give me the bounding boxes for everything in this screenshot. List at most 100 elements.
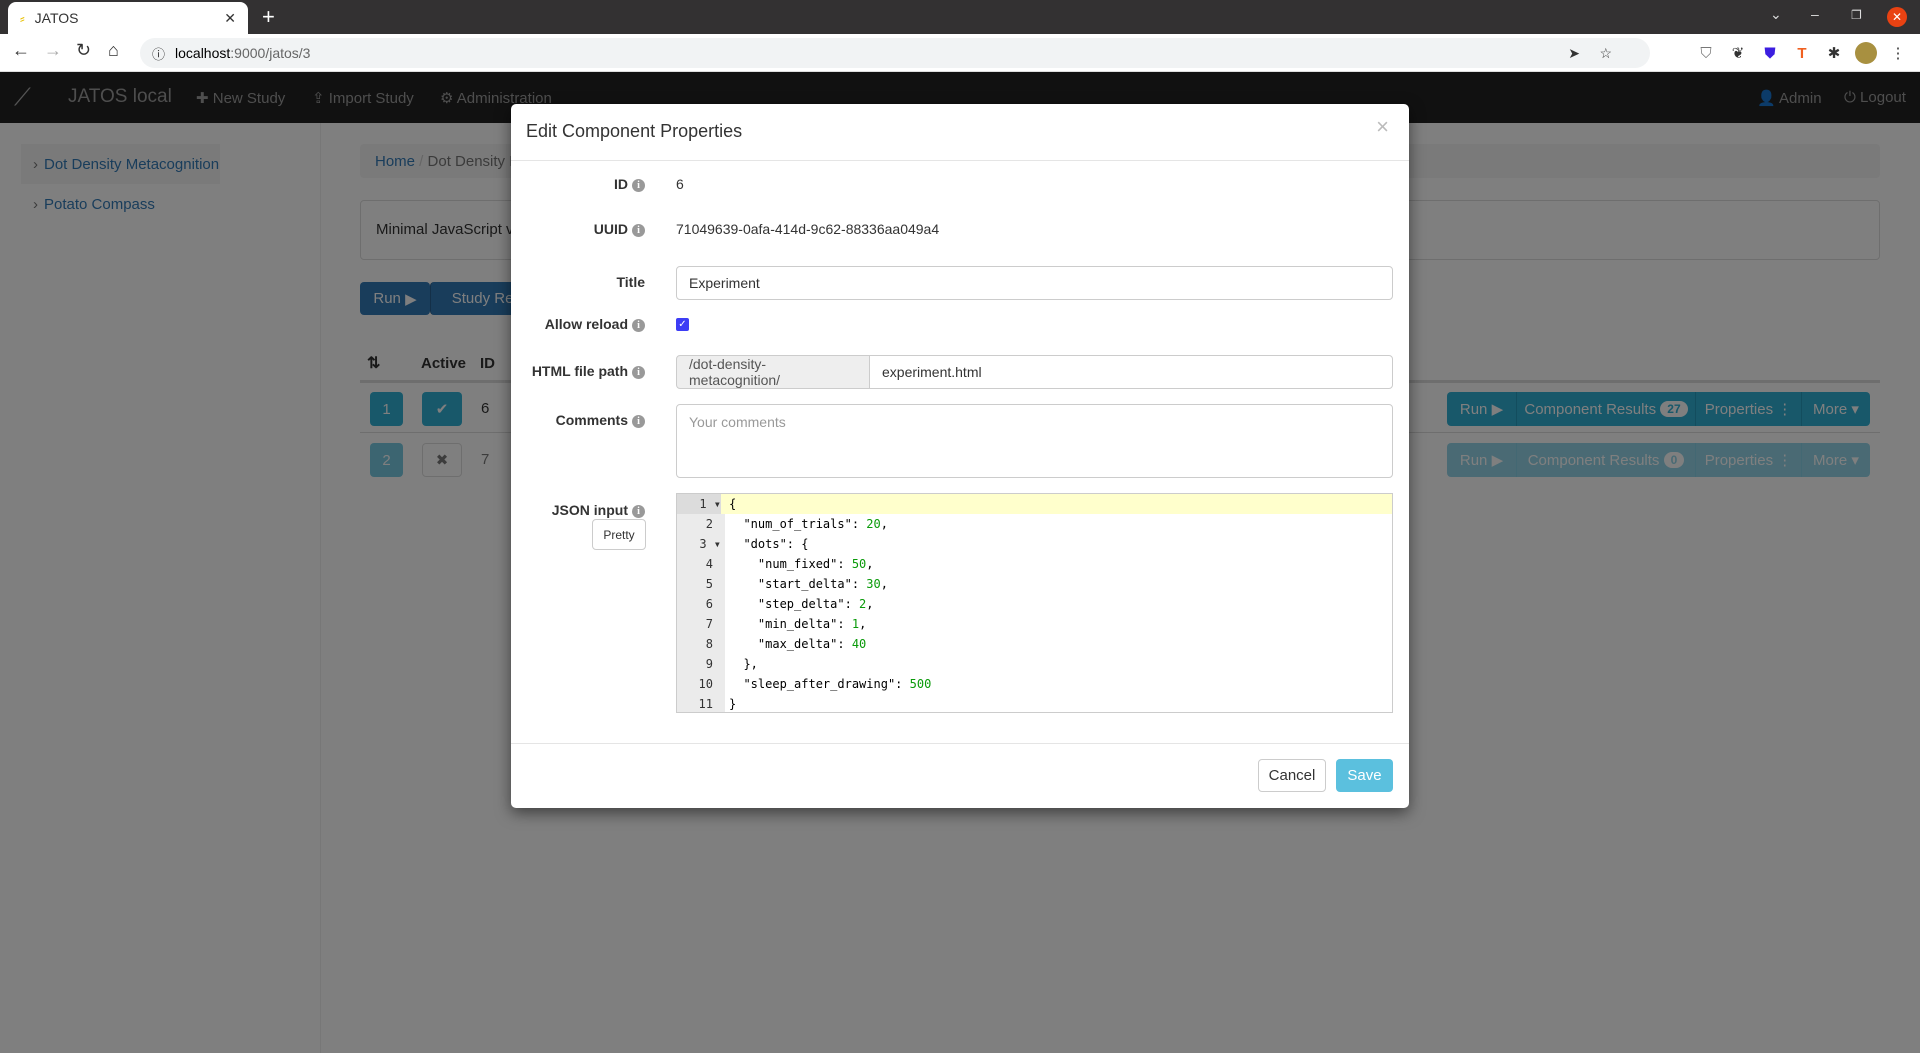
html-path-row: HTML file path i /dot-density-metacogniti… bbox=[511, 355, 1409, 389]
code-line: 2 "num_of_trials": 20, bbox=[677, 514, 1392, 534]
comments-placeholder: Your comments bbox=[689, 414, 786, 430]
code-line: 1 ▾ { bbox=[677, 494, 1392, 514]
code-text: "start_delta": 30, bbox=[729, 574, 888, 594]
chrome-menu-icon[interactable]: ⋮ bbox=[1887, 42, 1909, 64]
extensions-puzzle-icon[interactable]: ✱ bbox=[1823, 42, 1845, 64]
gnome-extension-icon[interactable]: ❦ bbox=[1727, 42, 1749, 64]
line-number: 11 bbox=[698, 697, 713, 711]
tab-title: JATOS bbox=[34, 10, 79, 26]
code-text: { bbox=[729, 494, 736, 514]
pretty-button[interactable]: Pretty bbox=[592, 519, 646, 550]
code-line: 9 }, bbox=[677, 654, 1392, 674]
title-input[interactable]: Experiment bbox=[676, 266, 1393, 300]
reload-icon[interactable]: ↻ bbox=[76, 40, 91, 61]
save-label: Save bbox=[1347, 767, 1382, 784]
line-number: 8 bbox=[705, 637, 713, 651]
json-token: "start_delta": bbox=[729, 577, 867, 591]
url-path: :9000/jatos/3 bbox=[230, 45, 311, 61]
close-tab-icon[interactable]: ✕ bbox=[224, 10, 236, 27]
html-path-prefix: /dot-density-metacognition/ bbox=[676, 355, 870, 389]
code-text: }, bbox=[729, 654, 758, 674]
comments-label: Comments bbox=[555, 412, 628, 428]
close-modal-button[interactable]: × bbox=[1376, 114, 1389, 140]
code-text: "sleep_after_drawing": 500 bbox=[729, 674, 931, 694]
back-icon[interactable]: ← bbox=[12, 40, 30, 61]
code-text: "min_delta": 1, bbox=[729, 614, 866, 634]
json-number: 30 bbox=[866, 577, 881, 591]
title-label: Title bbox=[616, 274, 645, 290]
info-icon[interactable]: i bbox=[632, 415, 645, 428]
json-token: }, bbox=[729, 657, 758, 671]
line-number: 5 bbox=[705, 577, 713, 591]
code-line: 10 "sleep_after_drawing": 500 bbox=[677, 674, 1392, 694]
home-icon[interactable]: ⌂ bbox=[108, 40, 119, 61]
json-number: 40 bbox=[851, 637, 867, 651]
line-number: 10 bbox=[698, 677, 713, 691]
modal-header-divider bbox=[511, 160, 1409, 161]
bookmark-star-icon[interactable]: ☆ bbox=[1599, 45, 1612, 62]
line-number: 3 ▾ bbox=[699, 537, 721, 551]
profile-avatar[interactable] bbox=[1855, 42, 1877, 64]
bitwarden-extension-icon[interactable]: ⛊ bbox=[1759, 42, 1781, 64]
code-text: "step_delta": 2, bbox=[729, 594, 874, 614]
modal-footer-divider bbox=[511, 743, 1409, 744]
id-row: ID i 6 bbox=[511, 176, 1409, 196]
html-path-label: HTML file path bbox=[531, 363, 628, 379]
json-token: "num_of_trials": bbox=[729, 517, 867, 531]
edit-component-modal: Edit Component Properties × ID i 6 UUID i … bbox=[511, 104, 1409, 808]
json-number: 50 bbox=[851, 557, 867, 571]
json-number: 500 bbox=[909, 677, 932, 691]
tab-search-icon[interactable]: ⌄ bbox=[1770, 6, 1782, 23]
send-icon[interactable]: ➤ bbox=[1568, 45, 1580, 62]
code-text: } bbox=[729, 694, 736, 712]
allow-reload-checkbox[interactable]: ✓ bbox=[676, 318, 689, 331]
site-info-icon[interactable]: ⓘ bbox=[152, 44, 165, 63]
code-text: "num_fixed": 50, bbox=[729, 554, 874, 574]
uuid-row: UUID i 71049639-0afa-414d-9c62-88336aa049… bbox=[511, 221, 1409, 241]
html-path-input[interactable]: experiment.html bbox=[869, 355, 1393, 389]
json-input-label: JSON input bbox=[551, 502, 628, 518]
line-number: 1 ▾ bbox=[677, 494, 721, 514]
json-editor[interactable]: 1 ▾{2 "num_of_trials": 20, 3 ▾ "dots": {4… bbox=[676, 493, 1393, 713]
json-token: "num_fixed": bbox=[729, 557, 852, 571]
minimize-icon[interactable]: – bbox=[1811, 6, 1819, 22]
line-number: 7 bbox=[705, 617, 713, 631]
save-button[interactable]: Save bbox=[1336, 759, 1393, 792]
cancel-button[interactable]: Cancel bbox=[1258, 759, 1326, 792]
line-number: 6 bbox=[705, 597, 713, 611]
line-number: 9 bbox=[705, 657, 713, 671]
json-token: , bbox=[866, 597, 874, 611]
new-tab-icon[interactable]: + bbox=[262, 4, 275, 30]
info-icon[interactable]: i bbox=[632, 179, 645, 192]
info-icon[interactable]: i bbox=[632, 224, 645, 237]
info-icon[interactable]: i bbox=[632, 505, 645, 518]
browser-tab-bar: ⸗ JATOS ✕ + ⌄ – ❐ ✕ bbox=[0, 0, 1920, 34]
json-token: "dots": { bbox=[729, 537, 809, 551]
forward-icon[interactable]: → bbox=[44, 40, 62, 61]
id-label: ID bbox=[614, 176, 628, 192]
line-number: 2 bbox=[705, 517, 713, 531]
comments-textarea[interactable]: Your comments bbox=[676, 404, 1393, 478]
html-path-input-value: experiment.html bbox=[882, 364, 982, 380]
t-extension-icon[interactable]: T bbox=[1791, 42, 1813, 64]
code-line: 4 "num_fixed": 50, bbox=[677, 554, 1392, 574]
pretty-label: Pretty bbox=[603, 527, 635, 542]
window-close-icon[interactable]: ✕ bbox=[1887, 7, 1907, 27]
code-line: 3 ▾ "dots": { bbox=[677, 534, 1392, 554]
uuid-value: 71049639-0afa-414d-9c62-88336aa049a4 bbox=[676, 221, 940, 237]
code-text: "dots": { bbox=[729, 534, 808, 554]
modal-title: Edit Component Properties bbox=[526, 121, 743, 141]
json-token: , bbox=[880, 577, 888, 591]
url-bar[interactable]: ⓘ localhost:9000/jatos/3 ➤ ☆ bbox=[140, 38, 1650, 68]
info-icon[interactable]: i bbox=[632, 366, 645, 379]
restore-icon[interactable]: ❐ bbox=[1851, 8, 1862, 22]
ublock-extension-icon[interactable]: ⛉ bbox=[1695, 42, 1717, 64]
json-token: , bbox=[859, 617, 867, 631]
comments-row: Comments i Your comments bbox=[511, 404, 1409, 478]
browser-tab[interactable]: ⸗ JATOS ✕ bbox=[8, 2, 248, 34]
code-line: 8 "max_delta": 40 bbox=[677, 634, 1392, 654]
cancel-label: Cancel bbox=[1268, 767, 1316, 784]
info-icon[interactable]: i bbox=[632, 319, 645, 332]
code-line: 6 "step_delta": 2, bbox=[677, 594, 1392, 614]
json-number: 1 bbox=[851, 617, 860, 631]
